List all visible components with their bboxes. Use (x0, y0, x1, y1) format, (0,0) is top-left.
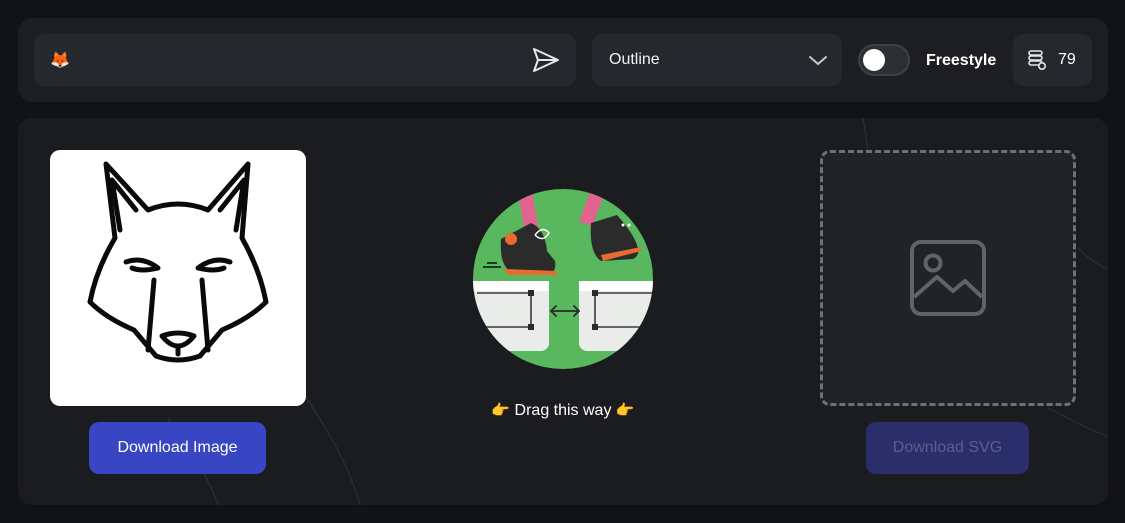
coin-stack-icon (1028, 50, 1047, 71)
pointing-hand-icon: 👉 (615, 401, 635, 419)
drag-illustration[interactable] (473, 189, 653, 369)
toggle-knob (863, 49, 885, 71)
drag-illustration-art (473, 189, 653, 369)
credits-count: 79 (1058, 51, 1076, 68)
chevron-down-icon (809, 56, 827, 65)
credits-badge: 79 (1013, 34, 1092, 86)
toolbar: 🦊 Outline Freestyle 79 (18, 18, 1108, 102)
style-select-value: Outline (609, 51, 660, 68)
generated-image (50, 150, 306, 406)
prompt-input[interactable]: 🦊 (34, 34, 576, 86)
image-placeholder-icon (910, 240, 986, 316)
freestyle-label: Freestyle (926, 52, 997, 69)
fox-outline-image (87, 161, 269, 363)
download-image-button[interactable]: Download Image (89, 422, 266, 474)
prompt-value[interactable]: 🦊 (50, 50, 70, 70)
style-select[interactable]: Outline (592, 34, 842, 86)
freestyle-toggle[interactable] (858, 44, 910, 76)
svg-output-dropzone[interactable] (820, 150, 1076, 406)
drag-hint: 👉 Drag this way 👉 (448, 400, 678, 421)
main-panel: Download Image 👉 Drag this way 👉 Downloa… (18, 118, 1108, 505)
send-icon[interactable] (532, 47, 560, 73)
drag-hint-text: Drag this way (514, 402, 612, 419)
pointing-hand-icon: 👉 (491, 401, 511, 419)
download-svg-button[interactable]: Download SVG (866, 422, 1029, 474)
